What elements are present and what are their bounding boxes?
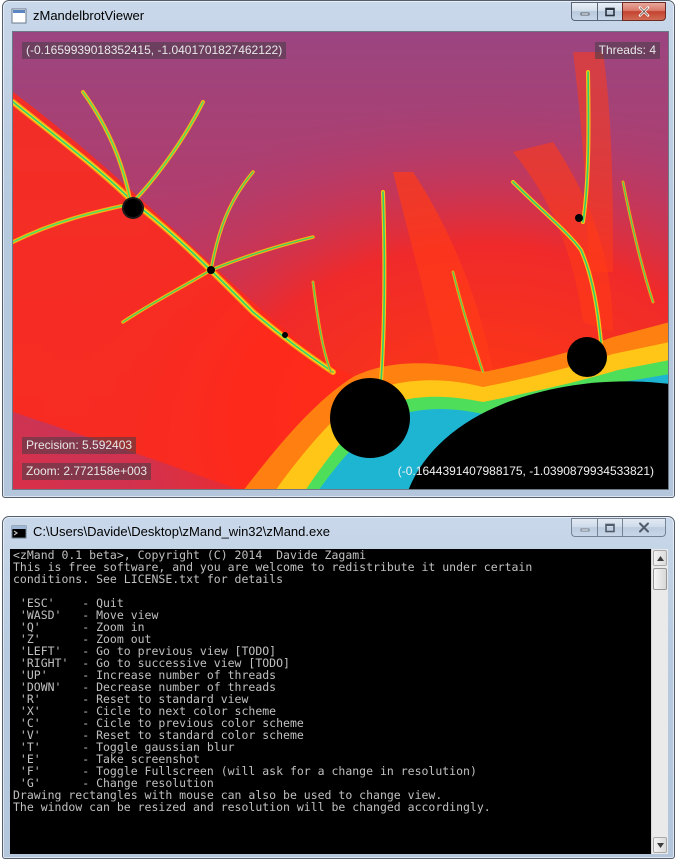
minimize-button[interactable] xyxy=(571,2,597,21)
precision-indicator: Precision: 5.592403 xyxy=(22,437,137,454)
close-button[interactable] xyxy=(622,2,666,21)
console-titlebar[interactable]: C:\Users\Davide\Desktop\zMand_win32\zMan… xyxy=(3,517,674,547)
close-icon xyxy=(639,522,649,533)
scroll-down-button[interactable] xyxy=(653,837,667,853)
scroll-up-button[interactable] xyxy=(653,550,667,566)
top-left-coordinate: (-0.1659939018352415, -1.040170182746212… xyxy=(22,42,287,59)
maximize-icon xyxy=(605,7,615,16)
arrow-down-icon xyxy=(656,842,664,848)
maximize-button[interactable] xyxy=(597,2,622,21)
console-minimize-button[interactable] xyxy=(571,518,597,537)
maximize-icon xyxy=(605,523,615,532)
window-title: zMandelbrotViewer xyxy=(33,8,145,23)
console-maximize-button[interactable] xyxy=(597,518,622,537)
mandelbrot-titlebar[interactable]: zMandelbrotViewer xyxy=(3,1,674,31)
console-line: conditions. See LICENSE.txt for details xyxy=(13,572,284,586)
threads-indicator: Threads: 4 xyxy=(594,42,660,59)
fractal-image xyxy=(13,32,668,489)
zoom-indicator: Zoom: 2.772158e+003 xyxy=(22,463,152,480)
minimize-icon xyxy=(580,528,589,531)
console-title: C:\Users\Davide\Desktop\zMand_win32\zMan… xyxy=(33,524,330,539)
console-window: C:\Users\Davide\Desktop\zMand_win32\zMan… xyxy=(2,516,675,859)
console-text: <zMand 0.1 beta>, Copyright (C) 2014 Dav… xyxy=(10,549,648,854)
minimize-icon xyxy=(580,12,589,15)
arrow-up-icon xyxy=(656,555,664,561)
console-close-button[interactable] xyxy=(622,518,666,537)
console-output-area[interactable]: <zMand 0.1 beta>, Copyright (C) 2014 Dav… xyxy=(10,549,668,854)
fractal-canvas[interactable]: (-0.1659939018352415, -1.040170182746212… xyxy=(12,31,669,490)
console-icon xyxy=(11,525,27,539)
console-line: The window can be resized and resolution… xyxy=(13,800,491,814)
bottom-right-coordinate: (-0.1644391407988175, -1.039087993453382… xyxy=(397,464,654,478)
close-icon xyxy=(638,6,650,17)
mandelbrot-window: zMandelbrotViewer (-0.1659939018352415, … xyxy=(2,0,675,498)
scroll-thumb[interactable] xyxy=(653,568,667,590)
app-icon xyxy=(11,8,27,24)
console-scrollbar[interactable] xyxy=(651,549,668,854)
